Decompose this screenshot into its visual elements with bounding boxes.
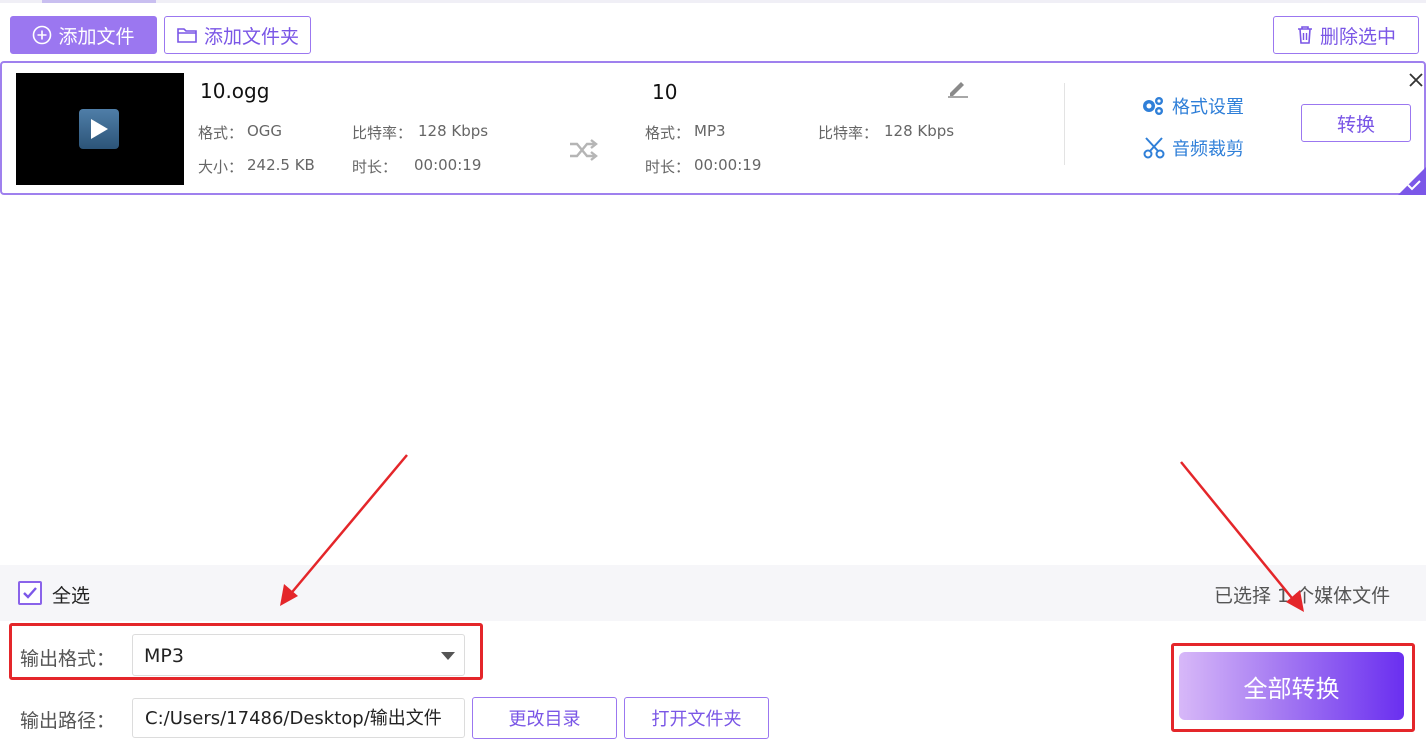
convert-all-button[interactable]: 全部转换	[1179, 652, 1404, 720]
add-file-label: 添加文件	[58, 22, 134, 49]
add-folder-label: 添加文件夹	[204, 22, 299, 49]
source-bitrate-value: 128 Kbps	[418, 122, 488, 140]
delete-selected-label: 删除选中	[1320, 22, 1396, 49]
output-path-input[interactable]: C:/Users/17486/Desktop/输出文件	[132, 698, 465, 738]
output-format-select[interactable]: MP3	[132, 634, 465, 676]
output-format-label: 输出格式：	[20, 644, 115, 671]
card-divider	[1064, 83, 1065, 165]
source-size-value: 242.5 KB	[247, 156, 315, 174]
target-format-label: 格式：	[645, 122, 690, 143]
scissors-icon	[1142, 136, 1166, 160]
target-format-value: MP3	[694, 122, 726, 140]
target-bitrate-value: 128 Kbps	[884, 122, 954, 140]
target-duration-value: 00:00:19	[694, 156, 761, 174]
gear-icon	[1140, 94, 1166, 118]
shuffle-icon	[568, 139, 598, 161]
source-format-value: OGG	[247, 122, 282, 140]
output-format-value: MP3	[144, 645, 184, 667]
source-bitrate-label: 比特率：	[352, 122, 412, 143]
check-icon	[1406, 179, 1422, 191]
change-dir-label: 更改目录	[509, 705, 581, 731]
select-all-label[interactable]: 全选	[52, 581, 90, 608]
video-thumbnail	[16, 73, 184, 185]
format-settings-label: 格式设置	[1172, 93, 1244, 119]
check-icon	[22, 585, 38, 601]
close-icon[interactable]	[1408, 72, 1424, 88]
add-folder-button[interactable]: 添加文件夹	[164, 16, 311, 54]
plus-circle-icon	[32, 25, 52, 45]
trash-icon	[1296, 25, 1314, 45]
convert-button[interactable]: 转换	[1301, 104, 1411, 142]
target-duration-label: 时长：	[645, 156, 690, 177]
output-path-label: 输出路径：	[20, 706, 115, 733]
source-duration-value: 00:00:19	[414, 156, 481, 174]
source-size-label: 大小：	[198, 156, 243, 177]
change-dir-button[interactable]: 更改目录	[472, 697, 617, 739]
folder-icon	[176, 26, 198, 44]
selected-count-text: 已选择 1 个媒体文件	[1214, 581, 1390, 608]
add-file-button[interactable]: 添加文件	[10, 16, 157, 54]
active-tab-indicator	[42, 0, 156, 3]
open-folder-button[interactable]: 打开文件夹	[624, 697, 769, 739]
target-bitrate-label: 比特率：	[818, 122, 878, 143]
source-duration-label: 时长：	[352, 156, 397, 177]
audio-trim-label: 音频裁剪	[1172, 135, 1244, 161]
convert-all-label: 全部转换	[1244, 669, 1340, 704]
target-file-name[interactable]: 10	[652, 80, 677, 104]
select-all-checkbox[interactable]	[18, 581, 42, 605]
open-folder-label: 打开文件夹	[652, 705, 742, 731]
top-tab-strip	[0, 0, 1426, 3]
file-item-card[interactable]: 10.ogg 格式： OGG 比特率： 128 Kbps 大小： 242.5 K…	[0, 61, 1426, 195]
delete-selected-button[interactable]: 删除选中	[1273, 16, 1419, 54]
dropdown-caret-icon	[441, 652, 455, 660]
convert-label: 转换	[1337, 110, 1375, 137]
selection-bar: 全选 已选择 1 个媒体文件	[0, 565, 1426, 621]
source-format-label: 格式：	[198, 122, 243, 143]
play-icon[interactable]	[79, 109, 119, 149]
source-file-name: 10.ogg	[200, 79, 269, 103]
format-settings-link[interactable]: 格式设置	[1140, 93, 1244, 119]
audio-trim-link[interactable]: 音频裁剪	[1142, 135, 1244, 161]
pencil-icon[interactable]	[946, 79, 970, 99]
